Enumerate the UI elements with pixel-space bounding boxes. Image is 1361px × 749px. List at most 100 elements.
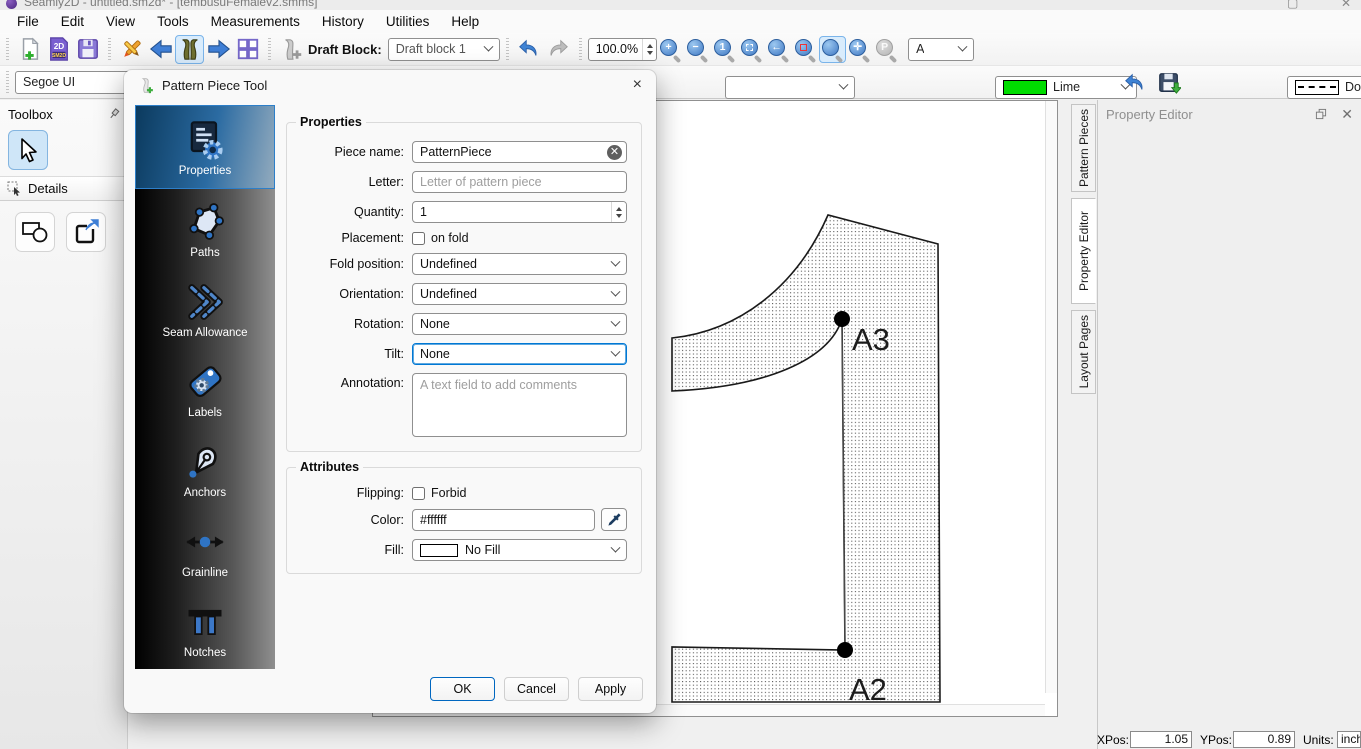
dialog-titlebar[interactable]: Pattern Piece Tool ×: [124, 70, 656, 100]
on-fold-option-label: on fold: [431, 231, 469, 245]
color-input[interactable]: [412, 509, 595, 531]
annotation-textarea[interactable]: [412, 373, 627, 437]
ok-button[interactable]: OK: [430, 677, 495, 701]
piece-color-combo[interactable]: Lime: [995, 76, 1137, 99]
layout-mode-button[interactable]: [233, 35, 262, 64]
fill-select[interactable]: No Fill: [412, 539, 627, 561]
point-label-a2[interactable]: A2: [849, 672, 887, 704]
forbid-flipping-checkbox[interactable]: [412, 487, 425, 500]
close-window-button[interactable]: ✕: [1341, 0, 1351, 10]
svg-text:2D: 2D: [53, 41, 64, 51]
new-document-button[interactable]: [15, 35, 44, 64]
zoom-original-button[interactable]: 1: [711, 36, 738, 63]
union-shapes-icon: [21, 220, 49, 244]
save-piece-button[interactable]: [1154, 68, 1183, 97]
undo-piece-button[interactable]: [1120, 68, 1149, 97]
tab-property-editor[interactable]: Property Editor: [1071, 198, 1096, 304]
float-panel-icon[interactable]: [1315, 108, 1327, 120]
zoom-level-spinbox[interactable]: 100.0%: [588, 38, 657, 61]
menu-help[interactable]: Help: [440, 10, 490, 33]
zoom-out-button[interactable]: −: [684, 36, 711, 63]
zoom-to-selected-button[interactable]: P: [873, 36, 900, 63]
toolbar-grip: [506, 38, 509, 60]
dialog-close-icon[interactable]: ×: [633, 77, 642, 93]
properties-group-label: Properties: [296, 115, 366, 129]
sidebar-item-properties[interactable]: Properties: [135, 105, 275, 189]
color-picker-button[interactable]: [601, 508, 627, 531]
menu-file[interactable]: File: [6, 10, 50, 33]
zoom-area-button[interactable]: [792, 36, 819, 63]
sidebar-item-notches[interactable]: Notches: [135, 589, 275, 669]
quantity-spinner[interactable]: [611, 202, 626, 222]
zoom-fit-best-button[interactable]: [738, 36, 765, 63]
apply-button[interactable]: Apply: [578, 677, 643, 701]
menu-utilities[interactable]: Utilities: [375, 10, 441, 33]
zoom-to-point-button[interactable]: ✛: [846, 36, 873, 63]
maximize-button[interactable]: ▢: [1287, 0, 1298, 10]
sidebar-item-anchors[interactable]: Anchors: [135, 429, 275, 509]
point-selector-combo[interactable]: A: [908, 38, 974, 61]
point-a2[interactable]: [837, 642, 853, 658]
next-mode-arrow-button[interactable]: [204, 35, 233, 64]
dock-pin-icon[interactable]: [108, 108, 120, 120]
app-logo-icon: [6, 0, 17, 9]
zoom-pan-button[interactable]: [819, 36, 846, 63]
zoom-previous-button[interactable]: ←: [765, 36, 792, 63]
zoom-spin-buttons[interactable]: [642, 39, 656, 60]
tab-layout-pages[interactable]: Layout Pages: [1071, 310, 1096, 394]
units-value: inch: [1337, 731, 1361, 748]
fill-label: Fill:: [301, 543, 404, 557]
export-pieces-button[interactable]: [66, 212, 106, 252]
tilt-select[interactable]: None: [412, 343, 627, 365]
toolbox-title: Toolbox: [8, 107, 53, 122]
save-button[interactable]: [73, 35, 102, 64]
toolbar-grip: [268, 38, 271, 60]
layout-mode-icon: [236, 37, 260, 61]
fold-position-select[interactable]: Undefined: [412, 253, 627, 275]
sidebar-item-paths[interactable]: Paths: [135, 189, 275, 269]
main-toolbar: 2DSM2D Draft Block: Draft block 1 100.0%…: [0, 33, 1361, 66]
sidebar-item-labels[interactable]: Labels: [135, 349, 275, 429]
menu-edit[interactable]: Edit: [50, 10, 95, 33]
tab-pattern-pieces[interactable]: Pattern Pieces: [1071, 104, 1096, 192]
on-fold-checkbox[interactable]: [412, 232, 425, 245]
cancel-button[interactable]: Cancel: [504, 677, 569, 701]
orientation-select[interactable]: Undefined: [412, 283, 627, 305]
menu-tools[interactable]: Tools: [146, 10, 200, 33]
hidden-combo-edge[interactable]: [725, 76, 855, 99]
redo-button[interactable]: [544, 35, 573, 64]
piece-mode-button[interactable]: [175, 35, 204, 64]
sidebar-item-seam-allowance[interactable]: Seam Allowance: [135, 269, 275, 349]
canvas-vertical-scrollbar[interactable]: [1045, 101, 1057, 693]
open-file-button[interactable]: 2DSM2D: [44, 35, 73, 64]
tilt-label: Tilt:: [301, 347, 404, 361]
sidebar-item-grainline[interactable]: Grainline: [135, 509, 275, 589]
draft-block-select[interactable]: Draft block 1: [388, 38, 500, 61]
chevron-down-icon: [839, 79, 849, 89]
add-draft-block-button[interactable]: [277, 35, 306, 64]
draft-mode-button[interactable]: [117, 35, 146, 64]
tab-details[interactable]: Details: [0, 176, 128, 201]
point-label-a3[interactable]: A3: [852, 322, 890, 357]
previous-mode-arrow-button[interactable]: [146, 35, 175, 64]
pattern-piece-shape[interactable]: [672, 215, 940, 702]
export-icon: [73, 219, 99, 245]
point-a3[interactable]: [834, 311, 850, 327]
union-tool-button[interactable]: [15, 212, 55, 252]
quantity-input[interactable]: [412, 201, 627, 223]
menu-measurements[interactable]: Measurements: [200, 10, 311, 33]
line-style-combo[interactable]: Dot: [1287, 76, 1361, 99]
rotation-select[interactable]: None: [412, 313, 627, 335]
placement-label: Placement:: [301, 231, 404, 245]
menu-history[interactable]: History: [311, 10, 375, 33]
menu-view[interactable]: View: [95, 10, 146, 33]
chevron-down-icon: [611, 256, 621, 266]
clear-text-icon[interactable]: ✕: [607, 145, 622, 160]
zoom-in-button[interactable]: +: [657, 36, 684, 63]
close-panel-icon[interactable]: ✕: [1341, 107, 1353, 121]
rotation-label: Rotation:: [301, 317, 404, 331]
undo-button[interactable]: [515, 35, 544, 64]
pointer-tool-button[interactable]: [8, 130, 48, 170]
piece-name-input[interactable]: [412, 141, 627, 163]
letter-input[interactable]: [412, 171, 627, 193]
